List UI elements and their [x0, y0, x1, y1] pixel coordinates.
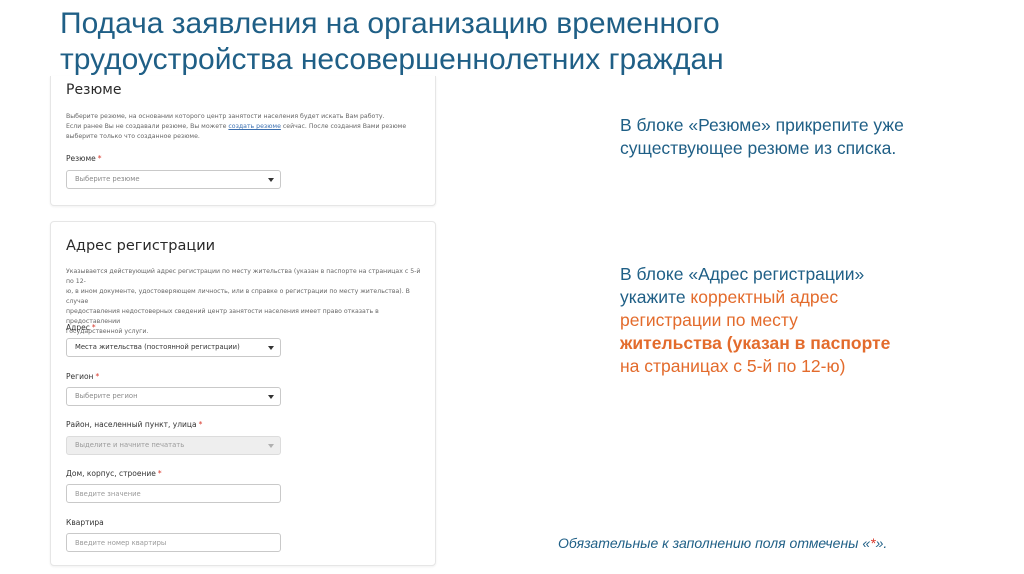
house-input[interactable]	[66, 484, 281, 503]
resume-note-line: В блоке «Резюме» прикрепите уже	[620, 115, 904, 135]
region-select[interactable]: Выберите регион	[66, 387, 281, 406]
resume-field-label: Резюме *	[66, 154, 101, 163]
address-heading: Адрес регистрации	[66, 238, 216, 254]
address-note-highlight: корректный адрес	[690, 287, 839, 307]
resume-description: Выберите резюме, на основании которого ц…	[66, 112, 426, 142]
address-note-line: жительства (указан в паспорте	[620, 333, 891, 353]
chevron-down-icon	[268, 178, 274, 182]
house-label: Дом, корпус, строение *	[66, 469, 162, 478]
address-type-value: Места жительства (постоянной регистрации…	[75, 343, 240, 351]
create-resume-link[interactable]: создать резюме	[228, 123, 280, 130]
resume-card: Резюме Выберите резюме, на основании кот…	[50, 76, 436, 206]
resume-desc-line: выберите только что созданное резюме.	[66, 133, 200, 140]
resume-note-line: существующее резюме из списка.	[620, 138, 897, 158]
required-fields-footnote: Обязательные к заполнению поля отмечены …	[558, 535, 887, 551]
slide-title-line-1: Подача заявления на организацию временно…	[60, 7, 720, 40]
address-note: В блоке «Адрес регистрации» укажите корр…	[620, 263, 890, 378]
address-note-line: регистрации по месту	[620, 310, 798, 330]
address-note-line: на страницах с 5-й по 12-ю)	[620, 356, 846, 376]
required-mark: *	[95, 372, 100, 381]
resume-desc-line: Если ранее Вы не создавали резюме, Вы мо…	[66, 122, 426, 132]
footnote-text: Обязательные к заполнению поля отмечены …	[558, 535, 871, 551]
flat-label-text: Квартира	[66, 518, 104, 527]
required-mark: *	[198, 420, 203, 429]
district-select[interactable]: Выделите и начните печатать	[66, 436, 281, 455]
address-type-label: Адрес *	[66, 323, 96, 332]
address-desc-line: Указывается действующий адрес регистраци…	[66, 268, 421, 285]
region-label-text: Регион	[66, 372, 94, 381]
footnote-text: ».	[875, 535, 888, 551]
slide-title-line-2: трудоустройства несовершеннолетних гражд…	[60, 43, 724, 76]
district-label: Район, населенный пункт, улица *	[66, 420, 202, 429]
house-label-text: Дом, корпус, строение	[66, 469, 156, 478]
required-mark: *	[91, 323, 96, 332]
resume-label-text: Резюме	[66, 154, 96, 163]
region-label: Регион *	[66, 372, 99, 381]
chevron-down-icon	[268, 444, 274, 448]
region-select-placeholder: Выберите регион	[75, 392, 138, 400]
flat-label: Квартира	[66, 518, 104, 527]
address-type-select[interactable]: Места жительства (постоянной регистрации…	[66, 338, 281, 357]
required-mark: *	[157, 469, 162, 478]
resume-select[interactable]: Выберите резюме	[66, 170, 281, 189]
address-desc-line: государственной услуги.	[66, 328, 149, 335]
resume-desc-line: Выберите резюме, на основании которого ц…	[66, 113, 385, 120]
required-mark: *	[97, 154, 102, 163]
district-select-placeholder: Выделите и начните печатать	[75, 441, 185, 449]
slide-title: Подача заявления на организацию временно…	[60, 6, 960, 78]
address-desc-line: ю, в ином документе, удостоверяющем личн…	[66, 288, 410, 305]
resume-desc-text: Если ранее Вы не создавали резюме, Вы мо…	[66, 123, 229, 130]
flat-input[interactable]	[66, 533, 281, 552]
address-description: Указывается действующий адрес регистраци…	[66, 267, 426, 337]
resume-desc-text: сейчас. После создания Вами резюме	[280, 123, 407, 130]
address-note-line: укажите корректный адрес	[620, 286, 890, 309]
address-note-text: укажите	[620, 287, 691, 307]
address-desc-line: предоставления недостоверных сведений це…	[66, 308, 379, 325]
resume-note: В блоке «Резюме» прикрепите уже существу…	[620, 114, 904, 160]
chevron-down-icon	[268, 346, 274, 350]
address-type-label-text: Адрес	[66, 323, 90, 332]
address-note-line: В блоке «Адрес регистрации»	[620, 264, 865, 284]
resume-heading: Резюме	[66, 82, 122, 98]
address-card: Адрес регистрации Указывается действующи…	[50, 221, 436, 566]
resume-select-placeholder: Выберите резюме	[75, 175, 140, 183]
district-label-text: Район, населенный пункт, улица	[66, 420, 197, 429]
chevron-down-icon	[268, 395, 274, 399]
